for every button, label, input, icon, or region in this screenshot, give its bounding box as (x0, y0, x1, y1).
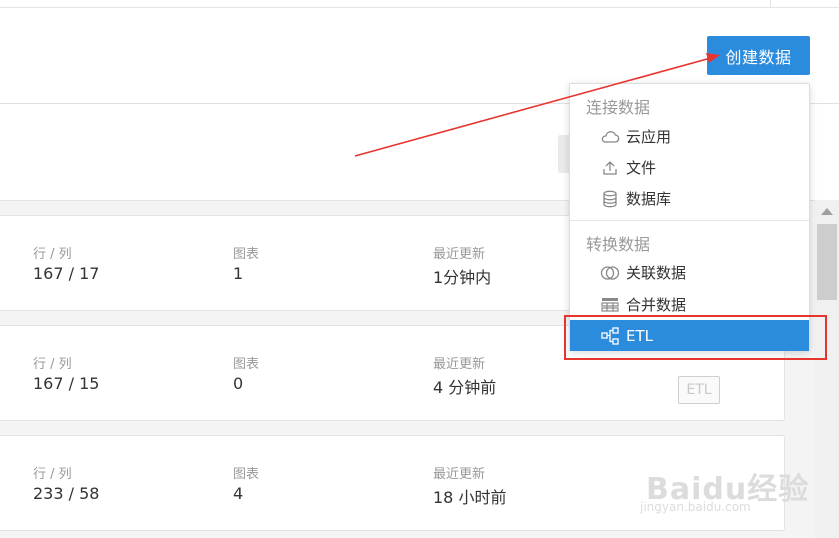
watermark-url: jingyan.baidu.com (640, 500, 751, 514)
menu-item-file[interactable]: 文件 (570, 152, 809, 183)
rows-cols-label: 行 / 列 (33, 247, 72, 262)
updated-value: 18 小时前 (433, 488, 507, 507)
scroll-thumb[interactable] (817, 224, 837, 300)
charts-label: 图表 (233, 357, 260, 372)
charts-label: 图表 (233, 467, 260, 482)
menu-item-label: 文件 (626, 159, 657, 177)
etl-type-badge: ETL (678, 376, 720, 404)
section-transform-data: 转换数据 (586, 235, 651, 254)
upload-icon (600, 158, 620, 178)
rows-cols-label: 行 / 列 (33, 467, 72, 482)
menu-item-database[interactable]: 数据库 (570, 183, 809, 214)
charts-value: 0 (233, 374, 244, 393)
section-connect-data: 连接数据 (586, 98, 651, 117)
merge-table-icon (600, 295, 620, 315)
create-data-dropdown: 连接数据 云应用 文件 数据库 转换数据 关联数据 合并数据 ETL (569, 83, 810, 351)
menu-item-join-data[interactable]: 关联数据 (570, 257, 809, 288)
menu-item-label: 关联数据 (626, 264, 687, 282)
menu-item-cloud-app[interactable]: 云应用 (570, 121, 809, 152)
charts-value: 1 (233, 264, 244, 283)
create-data-button[interactable]: 创建数据 (707, 36, 810, 75)
rows-cols-value: 233 / 58 (33, 484, 100, 503)
updated-value: 1分钟内 (433, 268, 492, 287)
top-divider (770, 0, 771, 8)
updated-label: 最近更新 (433, 247, 486, 262)
rows-cols-label: 行 / 列 (33, 357, 72, 372)
menu-divider (570, 220, 809, 221)
updated-label: 最近更新 (433, 467, 486, 482)
menu-item-label: 合并数据 (626, 296, 687, 314)
rows-cols-value: 167 / 15 (33, 374, 100, 393)
database-icon (600, 189, 620, 209)
menu-item-label: 数据库 (626, 190, 672, 208)
charts-value: 4 (233, 484, 244, 503)
join-circles-icon (600, 263, 620, 283)
etl-highlight-annotation (564, 315, 827, 360)
scroll-up-icon[interactable] (821, 208, 833, 215)
menu-item-label: 云应用 (626, 128, 672, 146)
charts-label: 图表 (233, 247, 260, 262)
updated-label: 最近更新 (433, 357, 486, 372)
top-strip (0, 0, 839, 8)
updated-value: 4 分钟前 (433, 378, 497, 397)
baidu-watermark: Baidu经验 jingyan.baidu.com (640, 448, 830, 520)
rows-cols-value: 167 / 17 (33, 264, 100, 283)
cloud-icon (600, 127, 620, 147)
